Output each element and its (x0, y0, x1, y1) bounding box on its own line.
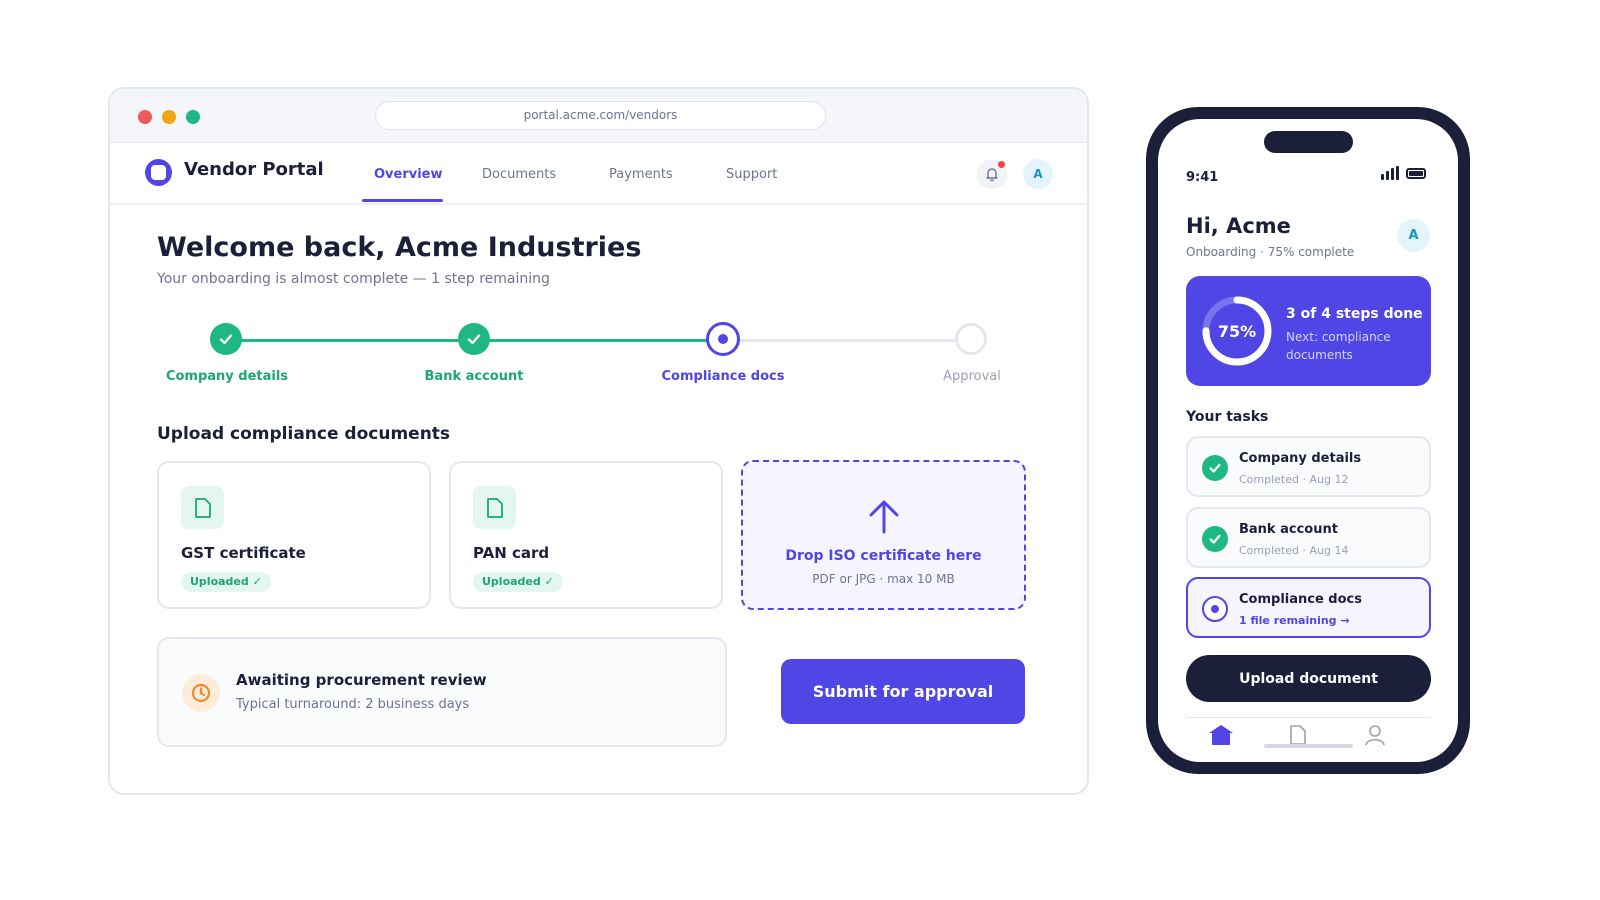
step-label: Approval (943, 369, 1001, 384)
user-avatar[interactable]: A (1397, 219, 1430, 252)
notification-badge (998, 161, 1005, 168)
status-subtitle: Typical turnaround: 2 business days (236, 697, 470, 712)
document-name: GST certificate (181, 544, 306, 562)
phone-frame: 9:41 Hi, Acme Onboarding · 75% complete … (1146, 107, 1470, 774)
status-bar-time: 9:41 (1186, 170, 1219, 185)
task-name: Compliance docs (1239, 592, 1362, 607)
task-compliance-docs[interactable]: Compliance docs 1 file remaining → (1186, 577, 1431, 638)
brand-name: Vendor Portal (184, 159, 324, 180)
section-title: Upload compliance documents (157, 424, 451, 444)
onboarding-status: Onboarding · 75% complete (1186, 245, 1355, 259)
upload-document-button[interactable]: Upload document (1186, 655, 1431, 702)
notifications-button[interactable] (977, 159, 1007, 189)
check-icon (219, 334, 233, 345)
document-card-pan[interactable]: PAN card Uploaded ✓ (449, 461, 723, 609)
signal-icon (1381, 166, 1399, 180)
tabbar-divider (1186, 717, 1431, 718)
tab-overview[interactable]: Overview (374, 167, 443, 182)
clock-icon (182, 674, 220, 712)
progress-title: 3 of 4 steps done (1286, 306, 1423, 322)
step-label: Company details (165, 369, 289, 384)
task-meta: Completed · Aug 12 (1239, 473, 1349, 486)
step-connector (726, 339, 976, 342)
task-bank-account[interactable]: Bank account Completed · Aug 14 (1186, 507, 1431, 568)
status-badge: Uploaded ✓ (181, 572, 271, 592)
task-name: Company details (1239, 451, 1362, 466)
tab-support[interactable]: Support (726, 167, 777, 182)
progress-next-step: Next: compliance documents (1286, 330, 1391, 362)
document-card-gst[interactable]: GST certificate Uploaded ✓ (157, 461, 431, 609)
greeting: Hi, Acme (1186, 214, 1291, 238)
page-subtitle: Your onboarding is almost complete — 1 s… (157, 271, 550, 287)
iso-certificate-dropzone[interactable]: Drop ISO certificate here PDF or JPG · m… (741, 460, 1026, 610)
browser-window: portal.acme.com/vendors Vendor Portal Ov… (108, 87, 1089, 795)
tab-payments[interactable]: Payments (609, 167, 673, 182)
step-bank-account[interactable] (458, 323, 490, 355)
submit-for-approval-button[interactable]: Submit for approval (781, 659, 1025, 724)
check-icon (1202, 526, 1228, 552)
browser-chrome: portal.acme.com/vendors (110, 89, 1087, 143)
dropzone-hint: PDF or JPG · max 10 MB (812, 572, 955, 586)
minimize-window-button[interactable] (162, 110, 176, 124)
step-company-details[interactable] (210, 323, 242, 355)
document-name: PAN card (473, 544, 550, 562)
maximize-window-button[interactable] (186, 110, 200, 124)
document-icon (473, 486, 516, 529)
check-icon (467, 334, 481, 345)
dropzone-title: Drop ISO certificate here (785, 548, 982, 564)
phone-screen: 9:41 Hi, Acme Onboarding · 75% complete … (1158, 119, 1458, 762)
progress-percent: 75% (1217, 321, 1257, 341)
task-name: Bank account (1239, 522, 1338, 537)
status-badge: Uploaded ✓ (473, 572, 563, 592)
task-remaining-link[interactable]: 1 file remaining → (1239, 614, 1350, 627)
step-compliance-docs[interactable] (706, 322, 740, 356)
in-progress-icon (1202, 596, 1228, 622)
progress-card: 75% 3 of 4 steps done Next: compliance d… (1186, 276, 1431, 386)
tasks-title: Your tasks (1186, 409, 1269, 425)
vendor-portal-logo (145, 159, 172, 186)
dynamic-island (1264, 131, 1353, 153)
document-icon (181, 486, 224, 529)
step-label: Bank account (424, 369, 524, 384)
status-bar-icons (1381, 166, 1426, 180)
step-connector (476, 339, 726, 342)
upload-arrow-icon (869, 500, 899, 534)
home-indicator[interactable] (1264, 744, 1353, 748)
top-nav: Vendor Portal Overview Documents Payment… (110, 143, 1087, 205)
address-bar[interactable]: portal.acme.com/vendors (375, 101, 826, 130)
task-company-details[interactable]: Company details Completed · Aug 12 (1186, 436, 1431, 497)
step-connector (226, 339, 476, 342)
review-status-card: Awaiting procurement review Typical turn… (157, 637, 727, 747)
user-avatar[interactable]: A (1023, 159, 1053, 189)
active-tab-indicator (362, 199, 443, 202)
close-window-button[interactable] (138, 110, 152, 124)
home-icon[interactable] (1206, 723, 1236, 747)
task-meta: Completed · Aug 14 (1239, 544, 1349, 557)
battery-icon (1406, 167, 1426, 179)
page-title: Welcome back, Acme Industries (157, 232, 642, 263)
profile-icon[interactable] (1363, 723, 1387, 747)
step-label: Compliance docs (661, 369, 785, 384)
check-icon (1202, 455, 1228, 481)
bell-icon (986, 168, 998, 182)
step-approval (955, 323, 987, 355)
status-title: Awaiting procurement review (236, 671, 487, 689)
tab-documents[interactable]: Documents (482, 167, 556, 182)
